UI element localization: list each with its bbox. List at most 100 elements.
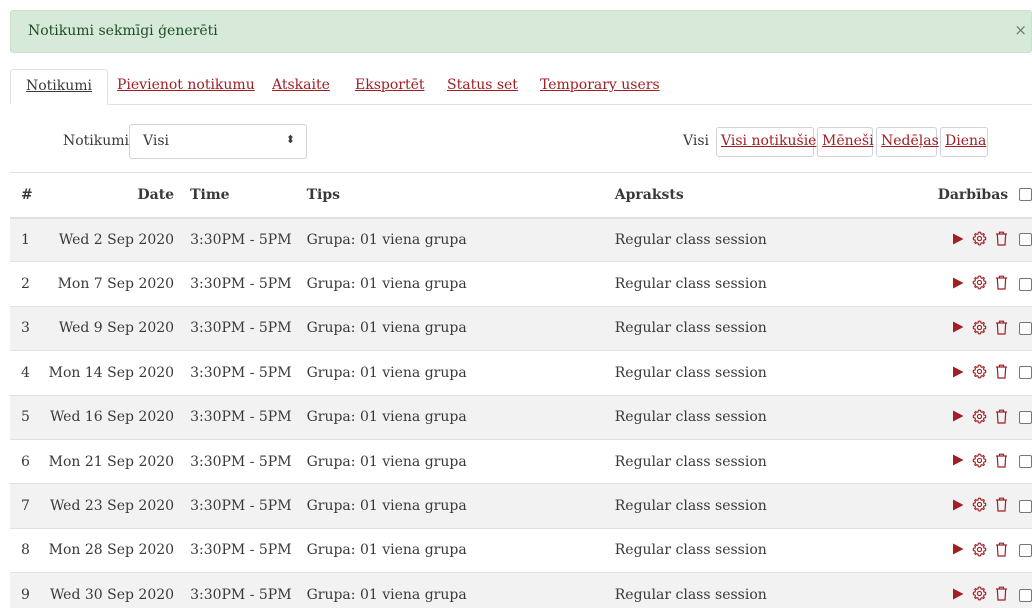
trash-icon[interactable] bbox=[995, 409, 1008, 424]
row-checkbox[interactable] bbox=[1019, 588, 1032, 602]
header-type[interactable]: Tips bbox=[291, 172, 601, 219]
gear-icon[interactable] bbox=[972, 275, 987, 290]
cell-checkbox bbox=[1019, 305, 1032, 351]
cell-date: Mon 28 Sep 2020 bbox=[48, 527, 176, 573]
row-checkbox[interactable] bbox=[1019, 543, 1032, 557]
cell-time: 3:30PM - 5PM bbox=[175, 572, 292, 608]
trash-icon[interactable] bbox=[995, 364, 1008, 379]
select-all-checkbox[interactable] bbox=[1019, 188, 1032, 202]
row-checkbox[interactable] bbox=[1019, 321, 1032, 335]
table-row: 1 Wed 2 Sep 2020 3:30PM - 5PM Grupa: 01 vie… bbox=[10, 216, 1032, 262]
gear-icon[interactable] bbox=[972, 409, 987, 424]
table-row: 8 Mon 28 Sep 2020 3:30PM - 5PM Grupa: 01 vi… bbox=[10, 527, 1032, 573]
cell-date: Wed 23 Sep 2020 bbox=[48, 483, 176, 529]
cell-actions bbox=[897, 216, 1020, 262]
cell-actions bbox=[897, 572, 1020, 608]
trash-icon[interactable] bbox=[995, 586, 1008, 601]
gear-icon[interactable] bbox=[972, 231, 987, 246]
row-checkbox[interactable] bbox=[1019, 410, 1032, 424]
trash-icon[interactable] bbox=[995, 320, 1008, 335]
cell-actions bbox=[897, 305, 1020, 351]
header-description[interactable]: Apraksts bbox=[600, 172, 898, 219]
row-checkbox[interactable] bbox=[1019, 233, 1032, 247]
play-icon[interactable] bbox=[952, 277, 964, 289]
play-icon[interactable] bbox=[952, 588, 964, 600]
gear-icon[interactable] bbox=[972, 586, 987, 601]
tab-eksportet[interactable]: Eksportēt bbox=[355, 69, 425, 105]
cell-date: Wed 30 Sep 2020 bbox=[48, 572, 176, 608]
play-icon[interactable] bbox=[952, 366, 964, 378]
cell-checkbox bbox=[1019, 350, 1032, 396]
cell-actions bbox=[897, 483, 1020, 529]
cell-description: Regular class session bbox=[600, 394, 898, 440]
trash-icon[interactable] bbox=[995, 231, 1008, 246]
gear-icon[interactable] bbox=[972, 364, 987, 379]
cell-checkbox bbox=[1019, 527, 1032, 573]
cell-num: 4 bbox=[10, 350, 49, 396]
header-checkbox-cell bbox=[1019, 172, 1032, 219]
trash-icon[interactable] bbox=[995, 275, 1008, 290]
cell-num: 9 bbox=[10, 572, 49, 608]
cell-checkbox bbox=[1019, 572, 1032, 608]
cell-num: 1 bbox=[10, 216, 49, 262]
gear-icon[interactable] bbox=[972, 542, 987, 557]
close-icon[interactable]: × bbox=[1014, 21, 1027, 39]
gear-icon[interactable] bbox=[972, 497, 987, 512]
cell-actions bbox=[897, 261, 1020, 307]
tab-pievienot-notikumu[interactable]: Pievienot notikumu bbox=[117, 69, 255, 105]
cell-type: Grupa: 01 viena grupa bbox=[291, 216, 601, 262]
trash-icon[interactable] bbox=[995, 497, 1008, 512]
cell-time: 3:30PM - 5PM bbox=[175, 305, 292, 351]
play-icon[interactable] bbox=[952, 543, 964, 555]
table-row: 9 Wed 30 Sep 2020 3:30PM - 5PM Grupa: 01 vi… bbox=[10, 572, 1032, 608]
cell-description: Regular class session bbox=[600, 527, 898, 573]
tab-notikumi[interactable]: Notikumi bbox=[10, 69, 109, 105]
cell-date: Mon 21 Sep 2020 bbox=[48, 438, 176, 484]
play-icon[interactable] bbox=[952, 321, 964, 333]
view-weeks-button[interactable]: Nedēļas bbox=[876, 127, 939, 157]
trash-icon[interactable] bbox=[995, 542, 1008, 557]
tab-atskaite[interactable]: Atskaite bbox=[272, 69, 330, 105]
cell-checkbox bbox=[1019, 394, 1032, 440]
tab-status-set[interactable]: Status set bbox=[447, 69, 518, 105]
header-actions: Darbības bbox=[897, 172, 1020, 219]
row-checkbox[interactable] bbox=[1019, 455, 1032, 469]
cell-type: Grupa: 01 viena grupa bbox=[291, 527, 601, 573]
header-time[interactable]: Time bbox=[175, 172, 292, 219]
header-date[interactable]: Date bbox=[48, 172, 176, 219]
cell-date: Mon 14 Sep 2020 bbox=[48, 350, 176, 396]
cell-description: Regular class session bbox=[600, 350, 898, 396]
cell-time: 3:30PM - 5PM bbox=[175, 483, 292, 529]
table-row: 2 Mon 7 Sep 2020 3:30PM - 5PM Grupa: 01 vie… bbox=[10, 261, 1032, 307]
view-months-button[interactable]: Mēneši bbox=[817, 127, 874, 157]
cell-type: Grupa: 01 viena grupa bbox=[291, 394, 601, 440]
cell-num: 5 bbox=[10, 394, 49, 440]
cell-description: Regular class session bbox=[600, 216, 898, 262]
filter-select[interactable]: Visi ⬍ bbox=[129, 124, 307, 159]
cell-num: 8 bbox=[10, 527, 49, 573]
tab-temporary-users[interactable]: Temporary users bbox=[540, 69, 660, 105]
play-icon[interactable] bbox=[952, 454, 964, 466]
cell-description: Regular class session bbox=[600, 483, 898, 529]
play-icon[interactable] bbox=[952, 410, 964, 422]
cell-actions bbox=[897, 350, 1020, 396]
trash-icon[interactable] bbox=[995, 453, 1008, 468]
cell-type: Grupa: 01 viena grupa bbox=[291, 572, 601, 608]
row-checkbox[interactable] bbox=[1019, 277, 1032, 291]
row-checkbox[interactable] bbox=[1019, 366, 1032, 380]
play-icon[interactable] bbox=[952, 233, 964, 245]
view-all-past-button[interactable]: Visi notikušie bbox=[716, 127, 816, 157]
cell-type: Grupa: 01 viena grupa bbox=[291, 350, 601, 396]
cell-description: Regular class session bbox=[600, 261, 898, 307]
table-header-row: # Date Time Tips Apraksts Darbības bbox=[10, 172, 1032, 219]
play-icon[interactable] bbox=[952, 499, 964, 511]
view-day-button[interactable]: Diena bbox=[940, 127, 988, 157]
cell-description: Regular class session bbox=[600, 572, 898, 608]
row-checkbox[interactable] bbox=[1019, 499, 1032, 513]
cell-actions bbox=[897, 438, 1020, 484]
cell-checkbox bbox=[1019, 438, 1032, 484]
gear-icon[interactable] bbox=[972, 453, 987, 468]
select-updown-icon: ⬍ bbox=[285, 133, 295, 146]
gear-icon[interactable] bbox=[972, 320, 987, 335]
header-num[interactable]: # bbox=[10, 172, 49, 219]
